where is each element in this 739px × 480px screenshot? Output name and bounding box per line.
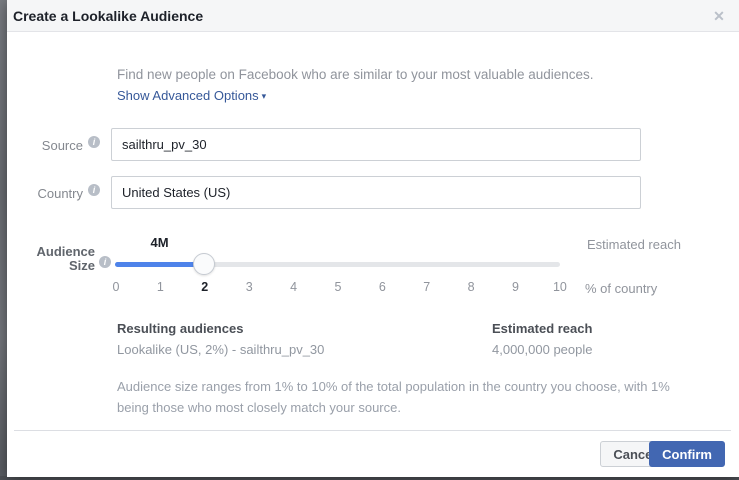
close-icon[interactable]: ✕ (709, 6, 729, 26)
percent-of-country-label: % of country (585, 281, 657, 296)
source-info-icon[interactable]: i (88, 136, 100, 148)
slider-tick-label: 6 (374, 280, 390, 294)
audience-size-note: Audience size ranges from 1% to 10% of t… (117, 376, 683, 418)
modal-header: Create a Lookalike Audience ✕ (7, 0, 739, 32)
estimated-reach-label: Estimated reach (587, 237, 681, 252)
slider-tick-label: 7 (419, 280, 435, 294)
footer-divider (14, 430, 731, 431)
create-lookalike-audience-modal: Create a Lookalike Audience ✕ Find new p… (7, 0, 739, 477)
audience-size-label-line2: Size (7, 259, 95, 273)
caret-down-icon: ▾ (262, 91, 267, 101)
slider-tick-label: 2 (197, 280, 213, 294)
slider-tick-label: 8 (463, 280, 479, 294)
country-label: Country (7, 186, 83, 201)
show-advanced-options-link[interactable]: Show Advanced Options▾ (117, 88, 266, 103)
audience-size-label: Audience Size (7, 245, 95, 273)
page-background: Create a Lookalike Audience ✕ Find new p… (0, 0, 739, 480)
show-advanced-options-label: Show Advanced Options (117, 88, 259, 103)
source-input[interactable] (111, 128, 641, 161)
audience-size-slider: 4M (115, 250, 560, 280)
resulting-audiences-header: Resulting audiences (117, 321, 243, 336)
country-info-icon[interactable]: i (88, 184, 100, 196)
audience-size-label-line1: Audience (7, 245, 95, 259)
slider-tick-label: 9 (508, 280, 524, 294)
modal-description: Find new people on Facebook who are simi… (117, 67, 594, 82)
slider-tick-label: 3 (241, 280, 257, 294)
slider-value-tooltip: 4M (150, 235, 168, 250)
resulting-audiences-value: Lookalike (US, 2%) - sailthru_pv_30 (117, 342, 324, 357)
confirm-button[interactable]: Confirm (649, 441, 725, 467)
slider-fill (115, 262, 204, 267)
slider-tick-labels: 0 1 2 3 4 5 6 7 8 9 10 (108, 280, 568, 294)
dimmed-page-left (0, 0, 7, 480)
modal-title: Create a Lookalike Audience (13, 8, 203, 24)
slider-handle[interactable] (193, 253, 215, 275)
slider-tick-label: 4 (286, 280, 302, 294)
source-label: Source (7, 138, 83, 153)
country-input[interactable] (111, 176, 641, 209)
estimated-reach-value: 4,000,000 people (492, 342, 592, 357)
slider-tick-label: 10 (552, 280, 568, 294)
audience-size-info-icon[interactable]: i (99, 256, 111, 268)
slider-tick-label: 5 (330, 280, 346, 294)
slider-tick-label: 0 (108, 280, 124, 294)
slider-tick-label: 1 (152, 280, 168, 294)
estimated-reach-header: Estimated reach (492, 321, 592, 336)
